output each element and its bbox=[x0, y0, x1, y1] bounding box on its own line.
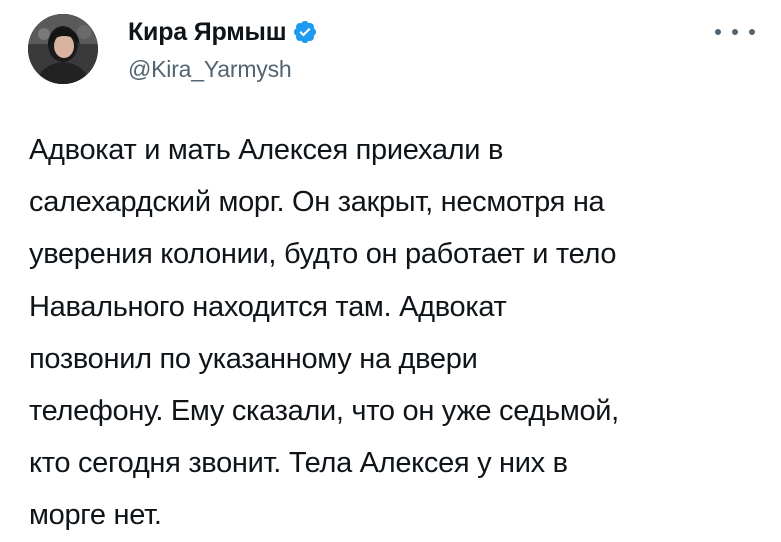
tweet-text-line: кто сегодня звонит. Тела Алексея у них в bbox=[29, 447, 568, 480]
tweet-text-line: Навального находится там. Адвокат bbox=[29, 290, 507, 323]
more-dot bbox=[715, 29, 721, 35]
tweet-text: Адвокат и мать Алексея приехали в салеха… bbox=[29, 124, 769, 542]
more-dot bbox=[749, 29, 755, 35]
tweet-text-line: телефону. Ему сказали, что он уже седьмо… bbox=[29, 395, 619, 428]
handle[interactable]: @Kira_Yarmysh bbox=[128, 56, 318, 83]
tweet-text-line: Адвокат и мать Алексея приехали в bbox=[29, 134, 504, 166]
verified-badge-icon bbox=[294, 20, 317, 44]
tweet-card: Кира Ярмыш @Kira_Yarmysh Адвокат и мать … bbox=[0, 0, 781, 531]
more-options-icon[interactable] bbox=[715, 22, 755, 42]
tweet-text-line: морге нет. bbox=[29, 499, 162, 532]
tweet-text-line: салехардский морг. Он закрыт, несмотря н… bbox=[29, 186, 605, 219]
name-row: Кира Ярмыш bbox=[128, 18, 318, 46]
tweet-text-line: уверения колонии, будто он работает и те… bbox=[29, 238, 617, 271]
more-dot bbox=[732, 29, 738, 35]
tweet-text-line: позвонил по указанному на двери bbox=[29, 342, 478, 375]
display-name[interactable]: Кира Ярмыш bbox=[128, 18, 287, 47]
avatar-image bbox=[28, 14, 98, 84]
tweet-header: Кира Ярмыш @Kira_Yarmysh bbox=[128, 18, 318, 83]
avatar[interactable] bbox=[28, 14, 98, 84]
